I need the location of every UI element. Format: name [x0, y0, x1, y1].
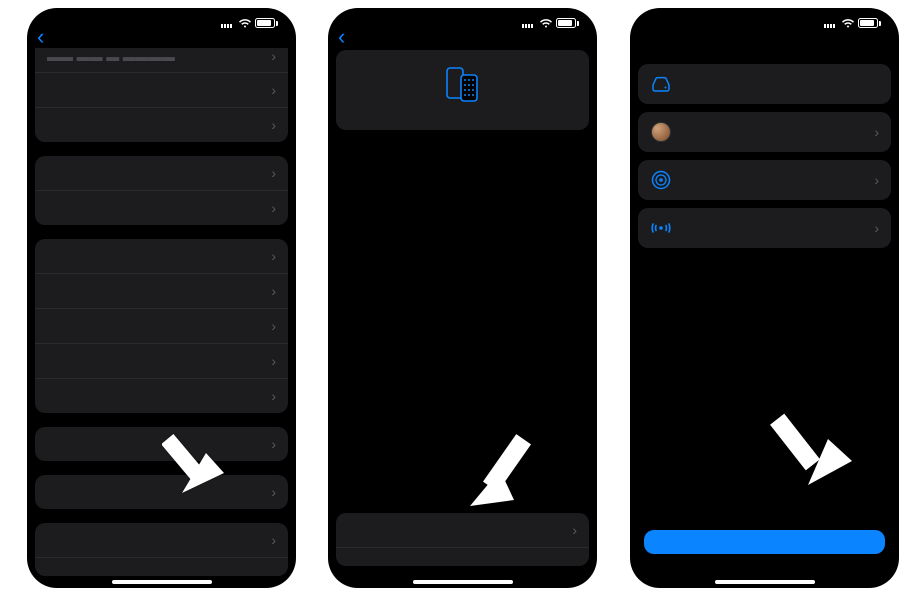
chevron-right-icon: ›: [271, 117, 276, 133]
row-legal-regulatory[interactable]: ›: [35, 475, 288, 509]
row-erase-all[interactable]: [336, 548, 589, 566]
settings-list: ▬▬ ▬▬ ▬ ▬▬▬▬› › › › › › › › › › › › ›: [27, 48, 296, 576]
row-vpn-device-management[interactable]: ›: [35, 427, 288, 461]
chevron-right-icon: ›: [271, 353, 276, 369]
row-dictionary[interactable]: ›: [35, 379, 288, 413]
wifi-icon: [238, 18, 252, 28]
status-bar: [630, 8, 899, 32]
chevron-right-icon: ›: [271, 165, 276, 181]
cellular-icon: [824, 18, 838, 28]
bottom-actions: ›: [336, 513, 589, 566]
chevron-right-icon: ›: [874, 220, 879, 236]
chevron-right-icon: ›: [271, 388, 276, 404]
cellular-icon: [522, 18, 536, 28]
chevron-right-icon: ›: [271, 248, 276, 264]
phone-transfer-reset: ›: [328, 8, 597, 588]
chevron-right-icon: ›: [874, 172, 879, 188]
row-carplay[interactable]: ›: [35, 108, 288, 142]
antenna-icon: [650, 217, 672, 239]
annotation-arrow: [770, 403, 870, 508]
row-picture-in-picture[interactable]: ›: [35, 73, 288, 108]
devices-icon: [441, 66, 485, 104]
item-find-my[interactable]: ›: [638, 160, 891, 200]
status-icons: [824, 18, 881, 28]
findmy-icon: [650, 169, 672, 191]
chevron-right-icon: ›: [572, 522, 577, 538]
status-icons: [221, 18, 278, 28]
chevron-right-icon: ›: [271, 200, 276, 216]
row-reset[interactable]: ›: [336, 513, 589, 548]
wifi-icon: [539, 18, 553, 28]
home-indicator[interactable]: [715, 580, 815, 584]
continue-button[interactable]: [644, 530, 885, 554]
item-apps-data[interactable]: [638, 64, 891, 104]
row-background-app-refresh[interactable]: ›: [35, 191, 288, 225]
row-fonts[interactable]: ›: [35, 309, 288, 344]
status-icons: [522, 18, 579, 28]
nav-bar: [27, 32, 296, 48]
row-keyboard[interactable]: ›: [35, 274, 288, 309]
row-transfer-or-reset[interactable]: ›: [35, 523, 288, 558]
battery-icon: [255, 18, 278, 28]
chevron-right-icon: ›: [271, 436, 276, 452]
avatar-icon: [650, 121, 672, 143]
status-bar: [328, 8, 597, 32]
row-shut-down[interactable]: [35, 558, 288, 576]
chevron-right-icon: ›: [271, 484, 276, 500]
row-date-time[interactable]: ›: [35, 239, 288, 274]
wifi-icon: [841, 18, 855, 28]
item-apple-id[interactable]: ›: [638, 112, 891, 152]
status-bar: [27, 8, 296, 32]
nav-bar: [328, 32, 597, 48]
prepare-card: [336, 50, 589, 130]
phone-general-settings: ▬▬ ▬▬ ▬ ▬▬▬▬› › › › › › › › › › › › ›: [27, 8, 296, 588]
item-data-plan[interactable]: ›: [638, 208, 891, 248]
chevron-right-icon: ›: [271, 532, 276, 548]
row-partial[interactable]: ▬▬ ▬▬ ▬ ▬▬▬▬›: [35, 48, 288, 73]
hero: [630, 32, 899, 64]
cellular-icon: [221, 18, 235, 28]
row-language-region[interactable]: ›: [35, 344, 288, 379]
chevron-right-icon: ›: [271, 283, 276, 299]
chevron-right-icon: ›: [271, 318, 276, 334]
drive-icon: [650, 73, 672, 95]
home-indicator[interactable]: [413, 580, 513, 584]
battery-icon: [858, 18, 881, 28]
phone-erase-confirm: › › ›: [630, 8, 899, 588]
row-iphone-storage[interactable]: ›: [35, 156, 288, 191]
home-indicator[interactable]: [112, 580, 212, 584]
chevron-right-icon: ›: [271, 82, 276, 98]
battery-icon: [556, 18, 579, 28]
chevron-right-icon: ›: [874, 124, 879, 140]
